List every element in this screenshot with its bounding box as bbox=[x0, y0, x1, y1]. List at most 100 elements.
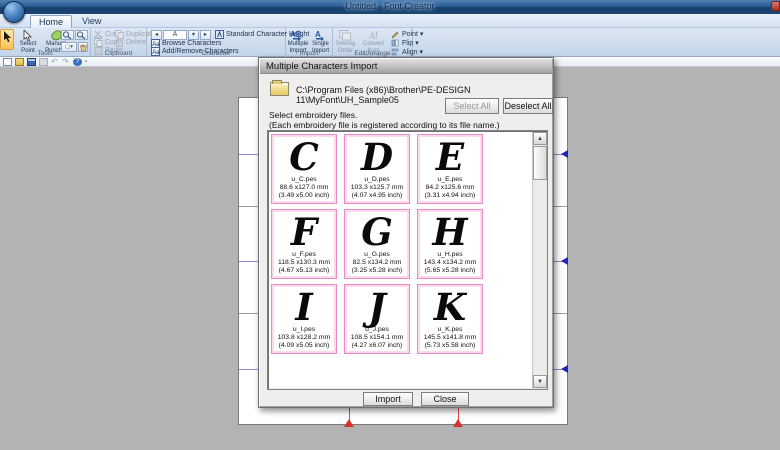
flip-menu-button[interactable]: Flip ▾ bbox=[391, 39, 419, 47]
character-glyph: E bbox=[418, 135, 482, 176]
multiple-import-icon: AB bbox=[287, 29, 309, 41]
application-window: Untitled - Font Creator Home View Select… bbox=[0, 0, 780, 450]
character-card[interactable]: C u_C.pes 88.6 x127.0 mm (3.49 x5.00 inc… bbox=[271, 134, 337, 204]
standard-character-height-icon bbox=[215, 30, 224, 39]
character-filename: u_D.pes bbox=[345, 176, 409, 184]
deselect-all-button[interactable]: Deselect All bbox=[503, 98, 553, 114]
sewing-order-icon bbox=[334, 29, 357, 41]
character-filename: u_K.pes bbox=[418, 326, 482, 334]
undo-icon[interactable]: ↶ bbox=[51, 58, 60, 66]
character-size-inch: (3.31 x4.94 inch) bbox=[418, 192, 482, 200]
dialog-title-bar[interactable]: Multiple Characters Import bbox=[260, 59, 552, 74]
scroll-down-button[interactable]: ▼ bbox=[533, 375, 547, 388]
close-button-dialog[interactable]: Close bbox=[421, 392, 469, 406]
character-glyph: D bbox=[345, 135, 409, 176]
character-card[interactable]: I u_I.pes 103.8 x128.2 mm (4.09 x5.05 in… bbox=[271, 284, 337, 354]
redo-icon[interactable]: ↷ bbox=[62, 58, 71, 66]
guide-handle-top[interactable] bbox=[561, 150, 568, 158]
character-card[interactable]: J u_J.pes 108.5 x154.1 mm (4.27 x6.07 in… bbox=[344, 284, 410, 354]
zoom-in-button[interactable] bbox=[61, 30, 74, 40]
select-tool-button[interactable] bbox=[0, 29, 14, 50]
flip-icon bbox=[391, 39, 400, 48]
character-glyph: I bbox=[272, 285, 336, 326]
dialog-title: Multiple Characters Import bbox=[260, 59, 552, 74]
help-icon[interactable]: ? bbox=[73, 58, 82, 66]
ribbon-group-tools: Select Point Manual Punch ▾ ▢▾ Tools bbox=[0, 28, 91, 57]
character-size-mm: 88.6 x127.0 mm bbox=[272, 184, 336, 192]
svg-text:A: A bbox=[315, 30, 321, 39]
character-card[interactable]: H u_H.pes 143.4 x134.2 mm (5.65 x5.28 in… bbox=[417, 209, 483, 279]
character-filename: u_I.pes bbox=[272, 326, 336, 334]
new-document-icon[interactable] bbox=[3, 58, 12, 66]
window-title: Untitled - Font Creator bbox=[0, 1, 780, 11]
title-bar: Untitled - Font Creator bbox=[0, 0, 780, 14]
point-menu-button[interactable]: Point ▾ bbox=[391, 30, 423, 38]
ribbon-tab-row: Home View bbox=[0, 14, 780, 28]
multiple-characters-import-dialog: Multiple Characters Import C:\Program Fi… bbox=[258, 57, 554, 408]
folder-icon[interactable] bbox=[270, 82, 289, 96]
character-size-inch: (4.67 x5.13 inch) bbox=[272, 267, 336, 275]
character-size-mm: 143.4 x134.2 mm bbox=[418, 259, 482, 267]
select-point-icon bbox=[16, 29, 40, 41]
character-card[interactable]: G u_G.pes 82.5 x134.2 mm (3.25 x5.28 inc… bbox=[344, 209, 410, 279]
ribbon: Select Point Manual Punch ▾ ▢▾ Tools bbox=[0, 28, 780, 57]
ribbon-group-character: ◄ A ▼ ► Standard Character Height Aa Bro… bbox=[147, 28, 286, 57]
character-card[interactable]: F u_F.pes 118.5 x130.3 mm (4.67 x5.13 in… bbox=[271, 209, 337, 279]
ribbon-group-import: AB Multiple Import A Single Import Impor… bbox=[286, 28, 333, 57]
character-size-inch: (3.25 x5.28 inch) bbox=[345, 267, 409, 275]
ribbon-group-edit-arrange: Sewing Order A Convert from TrueType Poi… bbox=[333, 28, 413, 57]
character-glyph: H bbox=[418, 210, 482, 251]
svg-text:AB: AB bbox=[290, 30, 302, 39]
zoom-out-button[interactable] bbox=[75, 30, 88, 40]
browse-characters-button[interactable]: Aa Browse Characters bbox=[151, 39, 222, 47]
character-glyph: G bbox=[345, 210, 409, 251]
character-size-inch: (5.65 x5.28 inch) bbox=[418, 267, 482, 275]
application-menu-button[interactable] bbox=[3, 1, 25, 23]
vertical-scrollbar[interactable]: ▲ ▼ bbox=[532, 132, 546, 388]
character-filename: u_F.pes bbox=[272, 251, 336, 259]
import-button[interactable]: Import bbox=[363, 392, 413, 406]
character-size-mm: 84.2 x125.6 mm bbox=[418, 184, 482, 192]
svg-text:A: A bbox=[369, 31, 376, 41]
scrollbar-thumb[interactable] bbox=[533, 146, 547, 180]
character-grid: C u_C.pes 88.6 x127.0 mm (3.49 x5.00 inc… bbox=[271, 134, 499, 354]
point-icon bbox=[391, 30, 400, 39]
character-glyph: K bbox=[418, 285, 482, 326]
character-size-mm: 82.5 x134.2 mm bbox=[345, 259, 409, 267]
guide-handle-bottom[interactable] bbox=[561, 365, 568, 373]
character-filename: u_E.pes bbox=[418, 176, 482, 184]
character-size-mm: 118.5 x130.3 mm bbox=[272, 259, 336, 267]
character-size-inch: (4.09 x5.05 inch) bbox=[272, 342, 336, 350]
delete-icon bbox=[115, 38, 124, 47]
tab-view[interactable]: View bbox=[74, 15, 109, 28]
character-card[interactable]: E u_E.pes 84.2 x125.6 mm (3.31 x4.94 inc… bbox=[417, 134, 483, 204]
delete-button[interactable]: Delete bbox=[115, 38, 146, 46]
convert-from-truetype-icon: A bbox=[358, 29, 389, 41]
instruction-line-1: Select embroidery files. bbox=[269, 110, 500, 120]
open-file-icon[interactable] bbox=[15, 58, 24, 66]
close-button[interactable] bbox=[771, 1, 780, 11]
character-size-inch: (5.73 x5.58 inch) bbox=[418, 342, 482, 350]
character-card[interactable]: D u_D.pes 103.3 x125.7 mm (4.07 x4.95 in… bbox=[344, 134, 410, 204]
width-handle-left[interactable] bbox=[344, 419, 354, 427]
scroll-up-button[interactable]: ▲ bbox=[533, 132, 547, 145]
dialog-instructions: Select embroidery files. (Each embroider… bbox=[269, 110, 500, 130]
width-handle-right[interactable] bbox=[453, 419, 463, 427]
print-icon[interactable] bbox=[39, 58, 48, 66]
toolbar-options-icon[interactable]: ▪ bbox=[85, 58, 94, 66]
character-glyph: J bbox=[345, 285, 409, 326]
tab-home[interactable]: Home bbox=[30, 15, 72, 28]
character-filename: u_J.pes bbox=[345, 326, 409, 334]
character-filename: u_H.pes bbox=[418, 251, 482, 259]
save-icon[interactable] bbox=[27, 58, 36, 66]
ribbon-group-clipboard: Cut Copy Paste Duplicate Delete Clipboar… bbox=[91, 28, 147, 57]
character-filename: u_C.pes bbox=[272, 176, 336, 184]
instruction-line-2: (Each embroidery file is registered acco… bbox=[269, 120, 500, 130]
guide-handle-middle[interactable] bbox=[561, 257, 568, 265]
character-list: C u_C.pes 88.6 x127.0 mm (3.49 x5.00 inc… bbox=[267, 130, 548, 390]
character-card[interactable]: K u_K.pes 145.5 x141.8 mm (5.73 x5.58 in… bbox=[417, 284, 483, 354]
character-size-inch: (3.49 x5.00 inch) bbox=[272, 192, 336, 200]
character-filename: u_G.pes bbox=[345, 251, 409, 259]
character-glyph: C bbox=[272, 135, 336, 176]
single-import-icon: A bbox=[310, 29, 331, 41]
